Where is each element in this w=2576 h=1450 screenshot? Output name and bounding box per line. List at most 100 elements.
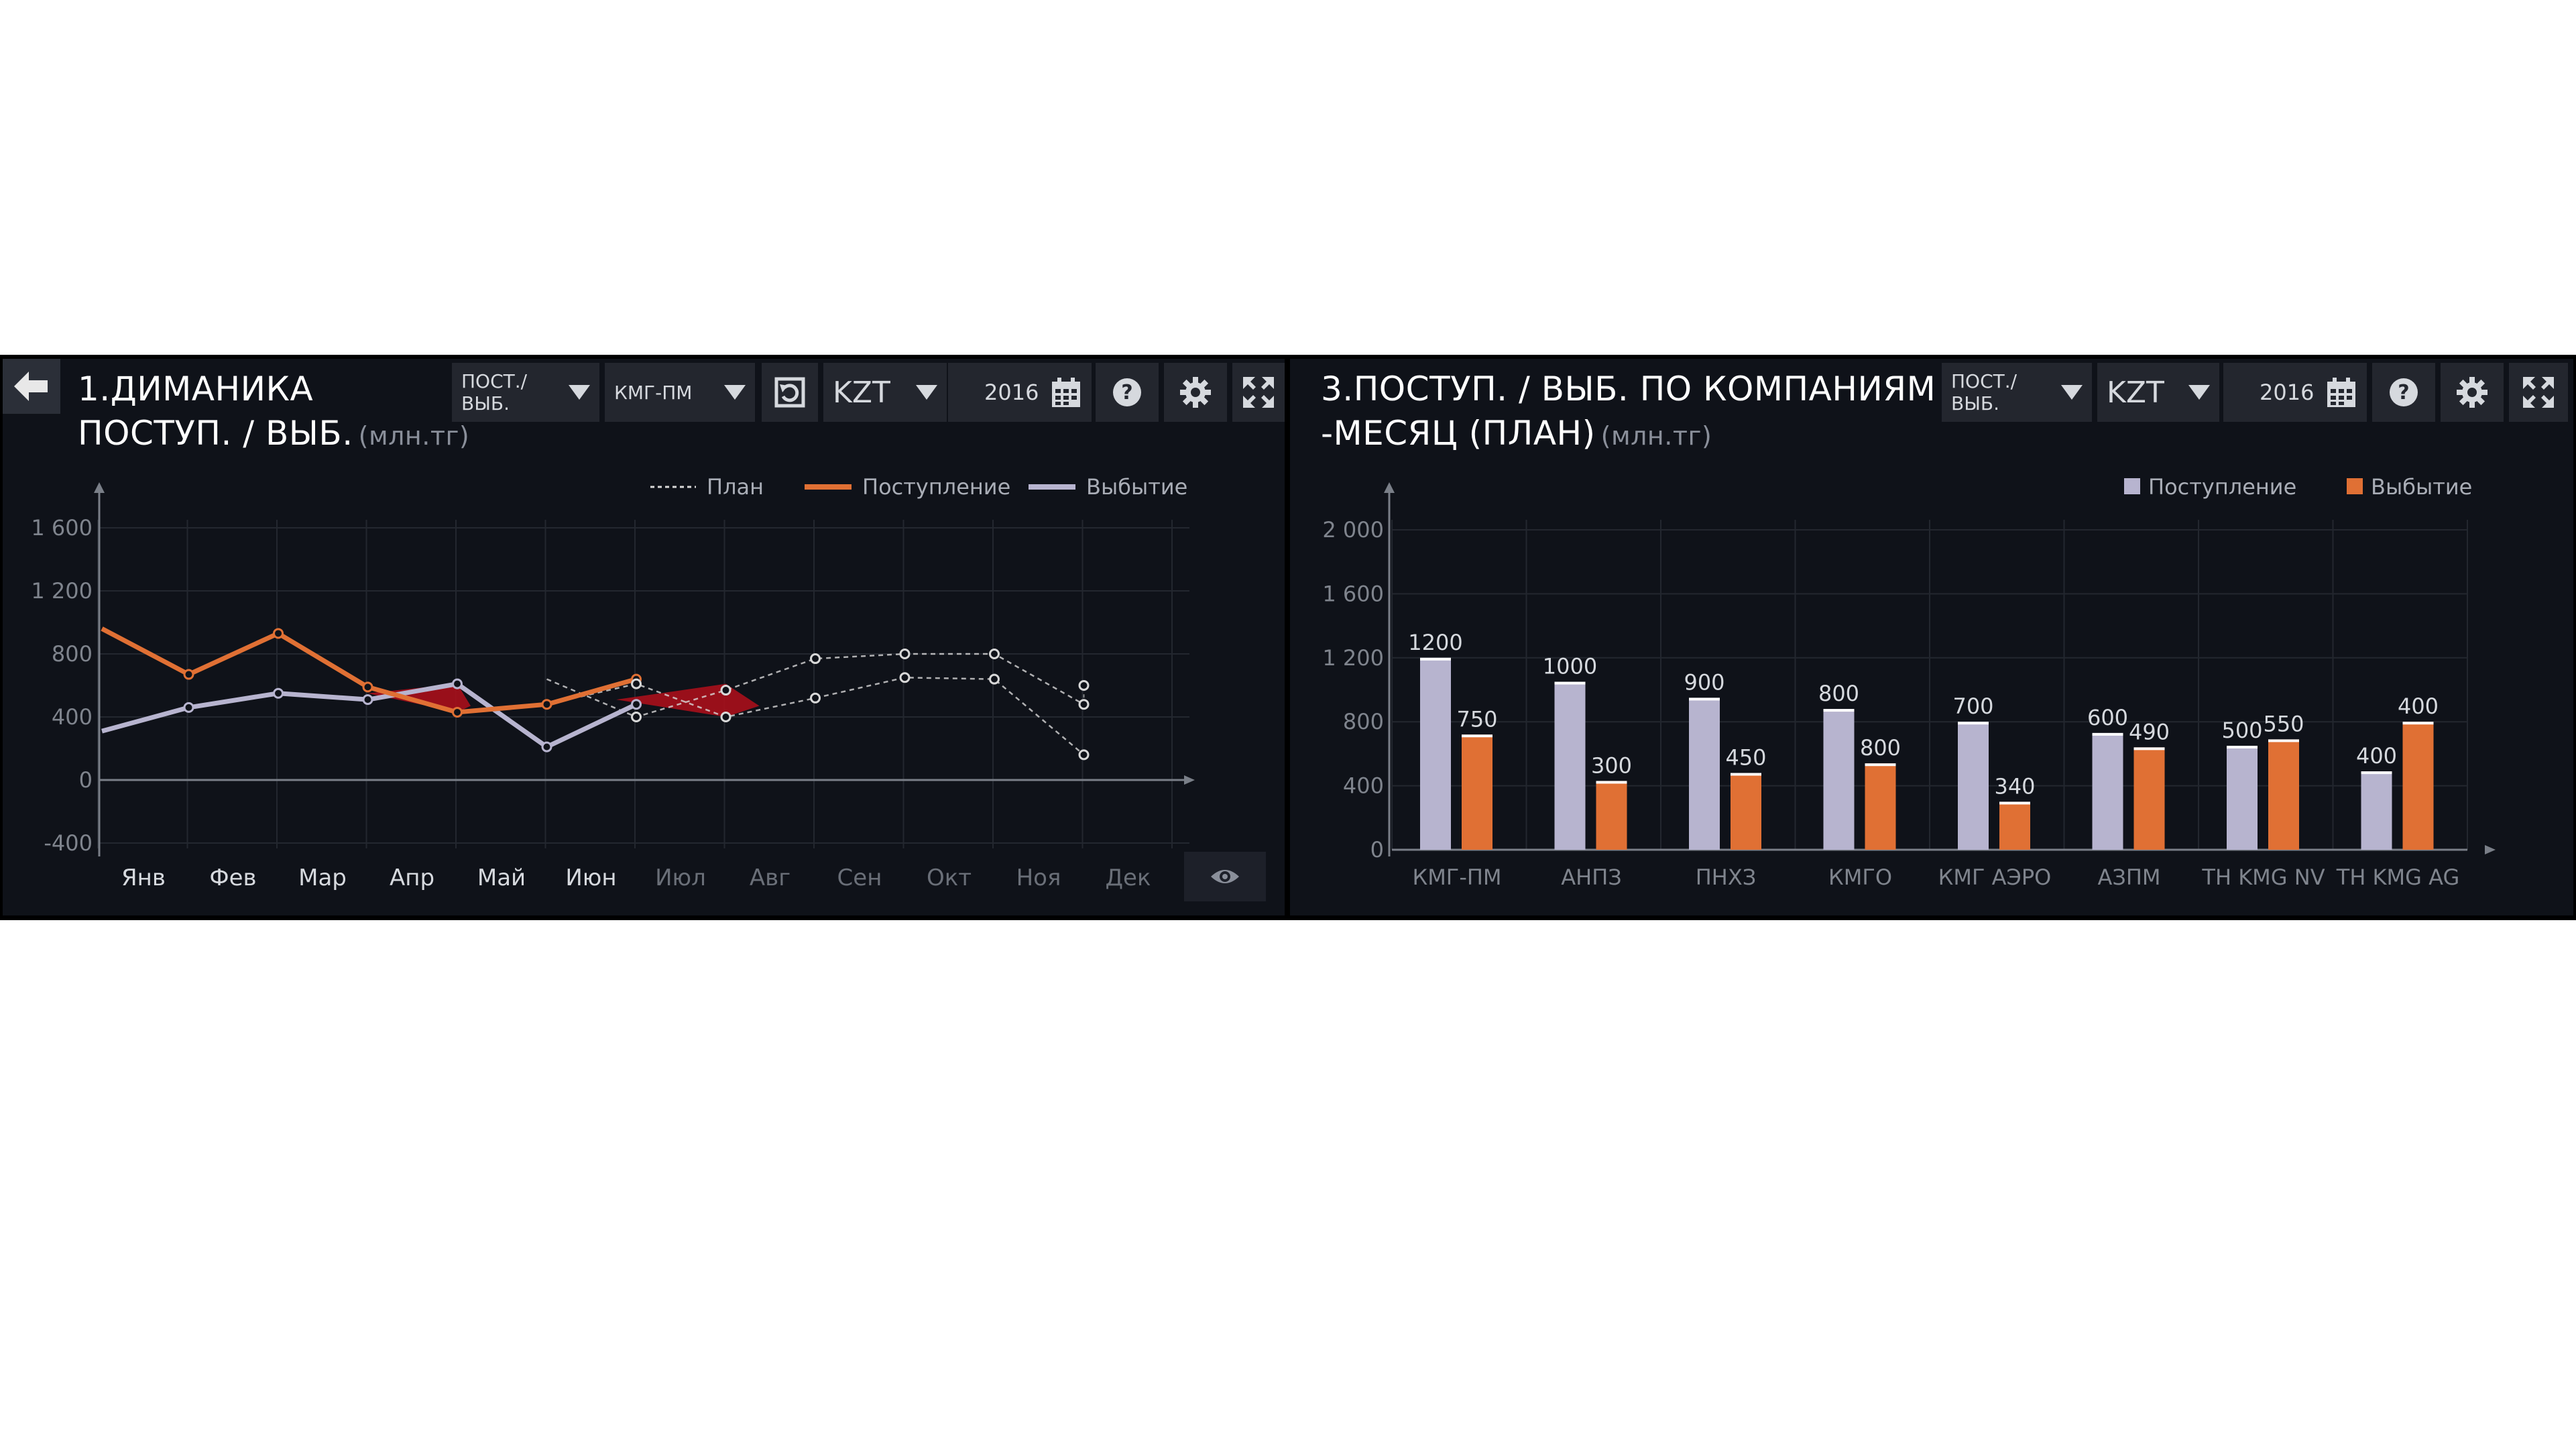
bar-inflow <box>1823 709 1855 850</box>
bar-inflow <box>2361 771 2392 850</box>
x-tick-label: КМГ-ПМ <box>1412 865 1501 890</box>
data-label-inflow: 500 <box>2221 718 2262 743</box>
bar-chart: 2 0001 6001 20080040001200750КМГ-ПМ10003… <box>1322 482 2496 890</box>
y-tick-label: 1 200 <box>1322 645 1384 671</box>
bar-inflow <box>2227 745 2258 850</box>
x-tick-label: Июл <box>655 865 706 891</box>
bar-outflow <box>2268 739 2299 850</box>
bar-cap <box>1999 801 2030 805</box>
data-point-plan <box>1078 699 1090 710</box>
x-axis-arrow <box>1184 775 1195 785</box>
data-point-plan <box>810 692 821 704</box>
data-point-plan <box>720 685 731 696</box>
y-axis-arrow <box>94 482 105 493</box>
x-tick-label: АНПЗ <box>1561 865 1622 890</box>
bar-cap <box>1865 763 1896 767</box>
y-tick-label: 400 <box>52 704 93 730</box>
bar-cap <box>2268 739 2299 742</box>
data-point-plan <box>899 672 911 683</box>
data-point-outflow <box>362 694 373 706</box>
x-tick-label: Июн <box>565 865 616 891</box>
data-label-outflow: 300 <box>1591 752 1632 778</box>
y-tick-label: 1 200 <box>31 578 93 604</box>
bar-inflow <box>1958 722 1989 850</box>
bar-inflow <box>1554 681 1586 850</box>
x-tick-label: TH KMG AG <box>2336 865 2459 890</box>
x-tick-label: Дек <box>1105 865 1151 891</box>
bar-cap <box>2133 747 2165 750</box>
data-point-plan <box>720 712 731 722</box>
data-point-plan <box>1078 680 1090 691</box>
data-label-outflow: 750 <box>1456 706 1497 732</box>
data-label-outflow: 800 <box>1860 735 1901 761</box>
bar-cap <box>1596 781 1627 784</box>
y-axis-arrow <box>1384 482 1395 493</box>
data-label-outflow: 550 <box>2263 711 2304 736</box>
bar-cap <box>1554 681 1586 685</box>
line-chart: 1 600 1 200 800 400 0 -400 Янв Фев Мар Апр Май Июн И… <box>31 482 1195 891</box>
bar-outflow <box>2133 747 2165 850</box>
data-point-plan <box>810 653 821 665</box>
plan-line-outflow <box>546 676 1085 756</box>
bar-outflow <box>2402 722 2434 850</box>
x-tick-label: TH KMG NV <box>2201 865 2325 890</box>
data-label-inflow: 900 <box>1684 669 1724 695</box>
data-point-inflow <box>541 699 552 710</box>
panel-by-companies: 3.ПОСТУП. / ВЫБ. ПО КОМПАНИЯМ - -МЕСЯЦ (… <box>1290 359 2573 915</box>
x-tick-label: Окт <box>927 865 972 891</box>
data-point-inflow <box>183 669 194 680</box>
data-label-inflow: 700 <box>1952 693 1993 719</box>
data-point-plan <box>989 673 1000 685</box>
data-label-inflow: 1000 <box>1543 654 1597 679</box>
data-label-outflow: 450 <box>1725 745 1766 771</box>
y-tick-label: 800 <box>1343 709 1384 734</box>
data-point-inflow <box>273 628 284 639</box>
bar-inflow <box>2092 732 2123 850</box>
data-label-inflow: 1200 <box>1408 630 1462 655</box>
data-label-inflow: 400 <box>2356 743 2397 769</box>
x-tick-label: Апр <box>390 865 434 891</box>
x-tick-label: Мар <box>298 865 347 891</box>
y-tick-label: 0 <box>79 767 93 793</box>
eye-icon <box>1211 870 1239 883</box>
bar-cap <box>1958 722 1989 725</box>
y-tick-label: 400 <box>1343 773 1384 799</box>
bar-cap <box>1689 698 1720 701</box>
bar-outflow <box>1731 773 1761 850</box>
bar-cap <box>2227 745 2258 748</box>
bar-cap <box>2402 722 2434 725</box>
bar-cap <box>1731 773 1761 776</box>
data-point-plan <box>631 678 642 689</box>
y-tick-label: -400 <box>44 830 93 856</box>
data-point-plan <box>989 649 1000 659</box>
data-point-outflow <box>631 699 642 710</box>
x-tick-label: Май <box>477 865 526 891</box>
y-tick-label: 0 <box>1370 837 1384 862</box>
y-tick-label: 800 <box>52 641 93 667</box>
bar-outflow <box>1462 734 1492 850</box>
x-tick-label: Ноя <box>1016 865 1061 891</box>
data-point-plan <box>899 649 911 659</box>
data-point-outflow <box>452 678 463 689</box>
y-tick-label: 1 600 <box>31 515 93 541</box>
x-tick-label: Сен <box>837 865 882 891</box>
toggle-visibility-button[interactable] <box>1184 852 1266 901</box>
x-tick-label: Фев <box>209 865 256 891</box>
data-point-outflow <box>273 687 284 699</box>
x-tick-label: Янв <box>121 865 166 891</box>
x-tick-label: ПНХЗ <box>1696 865 1757 890</box>
bar-cap <box>2361 771 2392 775</box>
bar-outflow <box>1596 781 1627 850</box>
bar-cap <box>2092 732 2123 736</box>
data-point-inflow <box>452 706 463 718</box>
data-point-inflow <box>362 681 373 693</box>
data-point-outflow <box>541 741 552 752</box>
bar-inflow <box>1420 657 1451 850</box>
data-point-outflow <box>183 702 194 713</box>
data-point-plan <box>1078 749 1090 761</box>
data-label-inflow: 600 <box>2087 705 2128 730</box>
bar-cap <box>1823 709 1855 712</box>
x-tick-label: КМГО <box>1828 865 1892 890</box>
bar-cap <box>1420 657 1451 661</box>
data-label-outflow: 400 <box>2398 693 2439 719</box>
